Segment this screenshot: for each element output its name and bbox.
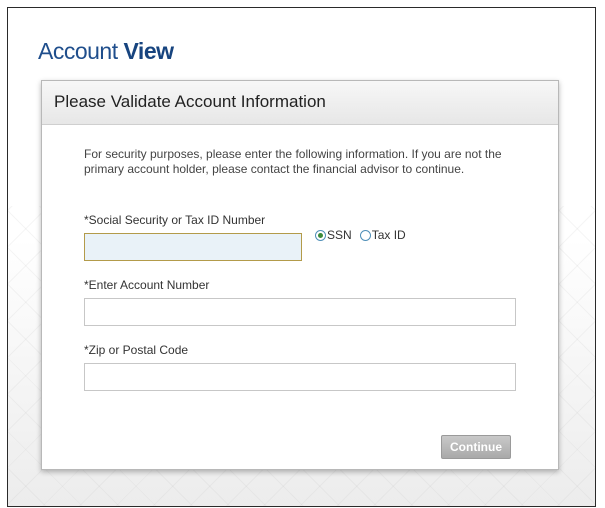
ssn-radio-label: SSN xyxy=(327,228,352,242)
taxid-radio-label: Tax ID xyxy=(371,228,406,242)
intro-text: For security purposes, please enter the … xyxy=(84,147,502,176)
id-type-radio-group: SSN Tax ID xyxy=(315,228,414,242)
ssn-input[interactable] xyxy=(84,233,302,261)
taxid-radio-option[interactable]: Tax ID xyxy=(359,228,406,242)
zip-input[interactable] xyxy=(84,363,516,391)
panel-title: Please Validate Account Information xyxy=(54,92,326,111)
account-number-input[interactable] xyxy=(84,298,516,326)
panel-header: Please Validate Account Information xyxy=(42,81,558,125)
brand-logo: Account View xyxy=(38,38,174,65)
account-number-label: *Enter Account Number xyxy=(84,278,210,292)
continue-button[interactable]: Continue xyxy=(441,435,511,459)
page-frame: Account View Please Validate Account Inf… xyxy=(7,7,596,507)
brand-prefix: Account xyxy=(38,38,124,64)
brand-strong: View xyxy=(123,38,175,64)
ssn-label: *Social Security or Tax ID Number xyxy=(84,213,266,227)
ssn-radio[interactable] xyxy=(315,229,326,241)
ssn-radio-option[interactable]: SSN xyxy=(315,228,352,242)
validation-panel: Please Validate Account Information For … xyxy=(41,80,559,470)
taxid-radio[interactable] xyxy=(359,229,371,241)
zip-label: *Zip or Postal Code xyxy=(84,343,189,357)
